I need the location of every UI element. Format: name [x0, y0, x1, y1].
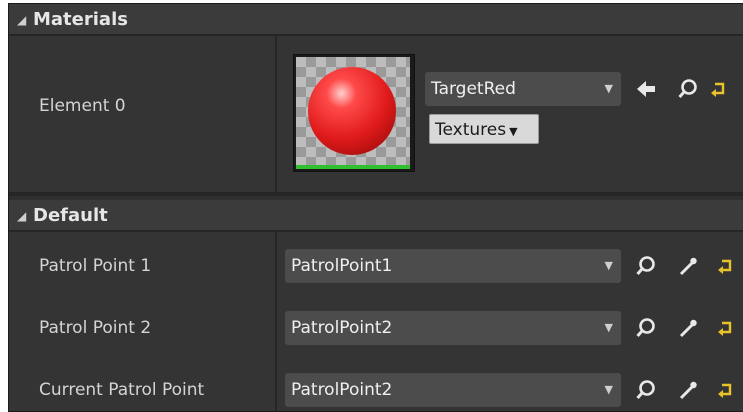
current-patrol-point-combo[interactable]: PatrolPoint2 ▼	[285, 373, 621, 407]
search-icon[interactable]	[635, 255, 657, 277]
collapse-triangle-icon[interactable]: ◢	[17, 200, 26, 232]
patrol-point-2-label: Patrol Point 2	[39, 318, 152, 338]
section-separator	[9, 192, 743, 196]
column-divider[interactable]	[275, 36, 277, 192]
material-sphere-preview	[308, 67, 396, 155]
element-label: Element 0	[39, 96, 126, 116]
chevron-down-icon: ▼	[604, 383, 613, 396]
textures-label: Textures	[435, 120, 507, 140]
eyedropper-icon[interactable]	[677, 317, 699, 339]
chevron-down-icon: ▼	[604, 259, 613, 272]
eyedropper-icon[interactable]	[677, 255, 699, 277]
patrol-point-2-value: PatrolPoint2	[291, 318, 393, 338]
chevron-down-icon: ▼	[509, 125, 518, 138]
reset-to-default-icon[interactable]	[710, 80, 732, 102]
search-icon[interactable]	[635, 379, 657, 401]
material-thumbnail[interactable]	[293, 54, 415, 172]
reset-to-default-icon[interactable]	[717, 319, 739, 341]
default-section-header[interactable]: ◢ Default	[9, 200, 743, 232]
patrol-point-1-label: Patrol Point 1	[39, 256, 152, 276]
eyedropper-icon[interactable]	[677, 379, 699, 401]
collapse-triangle-icon[interactable]: ◢	[17, 4, 26, 36]
search-icon[interactable]	[635, 317, 657, 339]
current-patrol-point-label: Current Patrol Point	[39, 380, 205, 400]
chevron-down-icon: ▼	[604, 82, 613, 95]
current-patrol-point-value: PatrolPoint2	[291, 380, 393, 400]
textures-button[interactable]: Textures ▼	[429, 114, 539, 144]
section-title: Materials	[33, 9, 128, 30]
reset-to-default-icon[interactable]	[717, 381, 739, 403]
material-combo[interactable]: TargetRed ▼	[425, 72, 621, 106]
details-panel: ◢ Materials Element 0 TargetRed ▼ Textur…	[8, 3, 743, 412]
patrol-point-1-value: PatrolPoint1	[291, 256, 393, 276]
section-title: Default	[33, 205, 108, 226]
search-icon[interactable]	[677, 78, 699, 100]
chevron-down-icon: ▼	[604, 321, 613, 334]
patrol-point-2-combo[interactable]: PatrolPoint2 ▼	[285, 311, 621, 345]
column-divider[interactable]	[275, 232, 277, 411]
arrow-left-icon[interactable]	[635, 78, 657, 100]
materials-section-header[interactable]: ◢ Materials	[9, 4, 743, 36]
patrol-point-1-combo[interactable]: PatrolPoint1 ▼	[285, 249, 621, 283]
reset-to-default-icon[interactable]	[717, 257, 739, 279]
material-name: TargetRed	[431, 79, 516, 99]
